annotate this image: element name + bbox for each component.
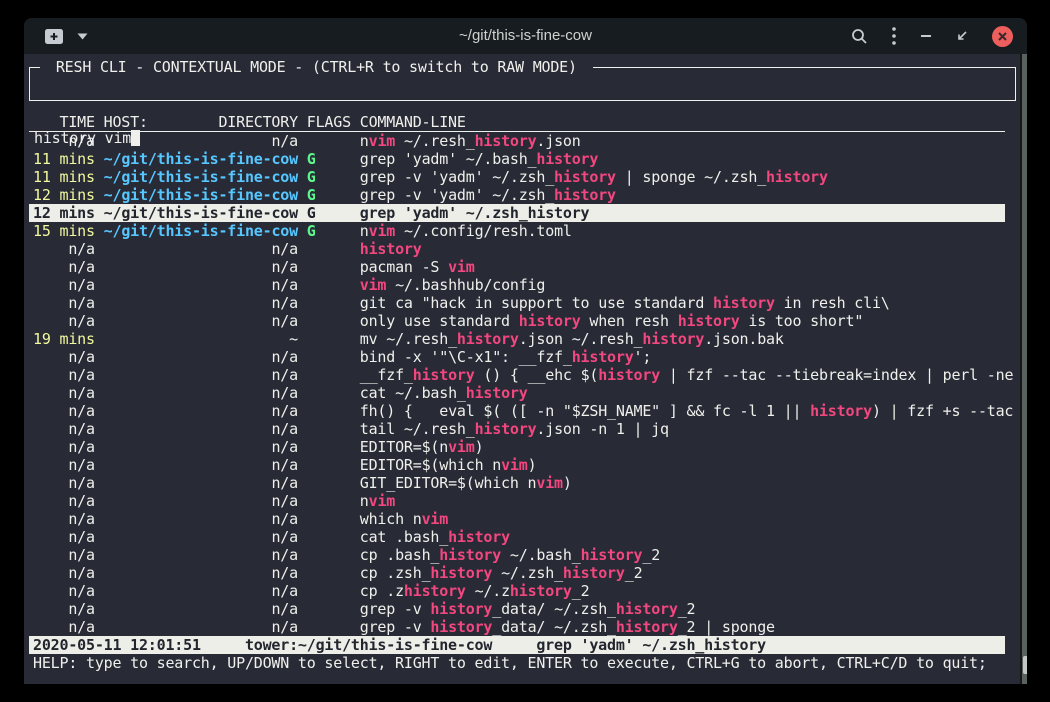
history-row[interactable]: n/a n/a GIT_EDITOR=$(which nvim) xyxy=(29,474,1005,492)
text-cursor xyxy=(131,130,140,146)
new-tab-icon xyxy=(44,28,64,45)
menu-button[interactable] xyxy=(892,27,896,45)
resh-mode-title: RESH CLI - CONTEXTUAL MODE - (CTRL+R to … xyxy=(40,58,593,76)
history-row[interactable]: 15 mins ~/git/this-is-fine-cow G nvim ~/… xyxy=(29,222,1005,240)
history-row[interactable]: n/a n/a bind -x '"\C-x1": __fzf_history'… xyxy=(29,348,1005,366)
history-row[interactable]: n/a n/a cp .bash_history ~/.bash_history… xyxy=(29,546,1005,564)
kebab-menu-icon xyxy=(892,27,896,45)
history-row[interactable]: n/a n/a EDITOR=$(which nvim) xyxy=(29,456,1005,474)
titlebar-right-controls xyxy=(851,26,1013,47)
terminal-window: ~/git/this-is-fine-cow xyxy=(24,18,1027,684)
scrollbar-track[interactable] xyxy=(1020,54,1027,684)
titlebar: ~/git/this-is-fine-cow xyxy=(24,18,1027,54)
history-row[interactable]: n/a n/a history xyxy=(29,240,1005,258)
history-row[interactable]: n/a n/a which nvim xyxy=(29,510,1005,528)
history-row[interactable]: n/a n/a grep -v history_data/ ~/.zsh_his… xyxy=(29,618,1005,636)
history-row[interactable]: n/a n/a tail ~/.resh_history.json -n 1 |… xyxy=(29,420,1005,438)
history-row[interactable]: n/a n/a cp .zhistory ~/.zhistory_2 xyxy=(29,582,1005,600)
history-row[interactable]: n/a n/a pacman -S vim xyxy=(29,258,1005,276)
scrollbar-thumb[interactable] xyxy=(1023,656,1027,674)
history-row[interactable]: n/a n/a cat .bash_history xyxy=(29,528,1005,546)
close-icon xyxy=(998,32,1007,41)
restore-icon xyxy=(956,30,968,42)
history-row[interactable]: n/a n/a grep -v history_data/ ~/.zsh_his… xyxy=(29,600,1005,618)
chevron-down-icon xyxy=(77,33,88,40)
restore-button[interactable] xyxy=(956,30,968,42)
resh-search-box: RESH CLI - CONTEXTUAL MODE - (CTRL+R to … xyxy=(29,67,1016,101)
history-row-selected[interactable]: 12 mins ~/git/this-is-fine-cow G grep 'y… xyxy=(29,204,1005,222)
history-row[interactable]: n/a n/a __fzf_history () { __ehc $(histo… xyxy=(29,366,1005,384)
search-icon xyxy=(851,28,868,45)
titlebar-left-controls xyxy=(44,28,88,45)
history-list: n/a n/a nvim ~/.resh_history.json11 mins… xyxy=(24,132,1027,636)
search-button[interactable] xyxy=(851,28,868,45)
history-row[interactable]: n/a n/a fh() { eval $( ([ -n "$ZSH_NAME"… xyxy=(29,402,1005,420)
minimize-icon xyxy=(920,34,932,38)
history-row[interactable]: n/a n/a git ca "hack in support to use s… xyxy=(29,294,1005,312)
history-row[interactable]: 12 mins ~/git/this-is-fine-cow G grep -v… xyxy=(29,186,1005,204)
help-line: HELP: type to search, UP/DOWN to select,… xyxy=(29,654,1027,672)
minimize-button[interactable] xyxy=(920,34,932,38)
history-row[interactable]: 19 mins ~ mv ~/.resh_history.json ~/.res… xyxy=(29,330,1005,348)
history-row[interactable]: n/a n/a nvim xyxy=(29,492,1005,510)
status-bar: 2020-05-11 12:01:51 tower:~/git/this-is-… xyxy=(29,636,1005,654)
search-query-text: history vim xyxy=(34,129,131,147)
history-row[interactable]: n/a n/a only use standard history when r… xyxy=(29,312,1005,330)
history-row[interactable]: n/a n/a cp .zsh_history ~/.zsh_history_2 xyxy=(29,564,1005,582)
history-row[interactable]: n/a n/a cat ~/.bash_history xyxy=(29,384,1005,402)
history-row[interactable]: n/a n/a vim ~/.bashhub/config xyxy=(29,276,1005,294)
history-row[interactable]: n/a n/a EDITOR=$(nvim) xyxy=(29,438,1005,456)
terminal-content: RESH CLI - CONTEXTUAL MODE - (CTRL+R to … xyxy=(24,54,1027,684)
new-tab-button[interactable] xyxy=(44,28,64,45)
close-button[interactable] xyxy=(992,26,1013,47)
search-input[interactable]: history vim xyxy=(34,129,1015,147)
tab-dropdown-button[interactable] xyxy=(77,33,88,40)
